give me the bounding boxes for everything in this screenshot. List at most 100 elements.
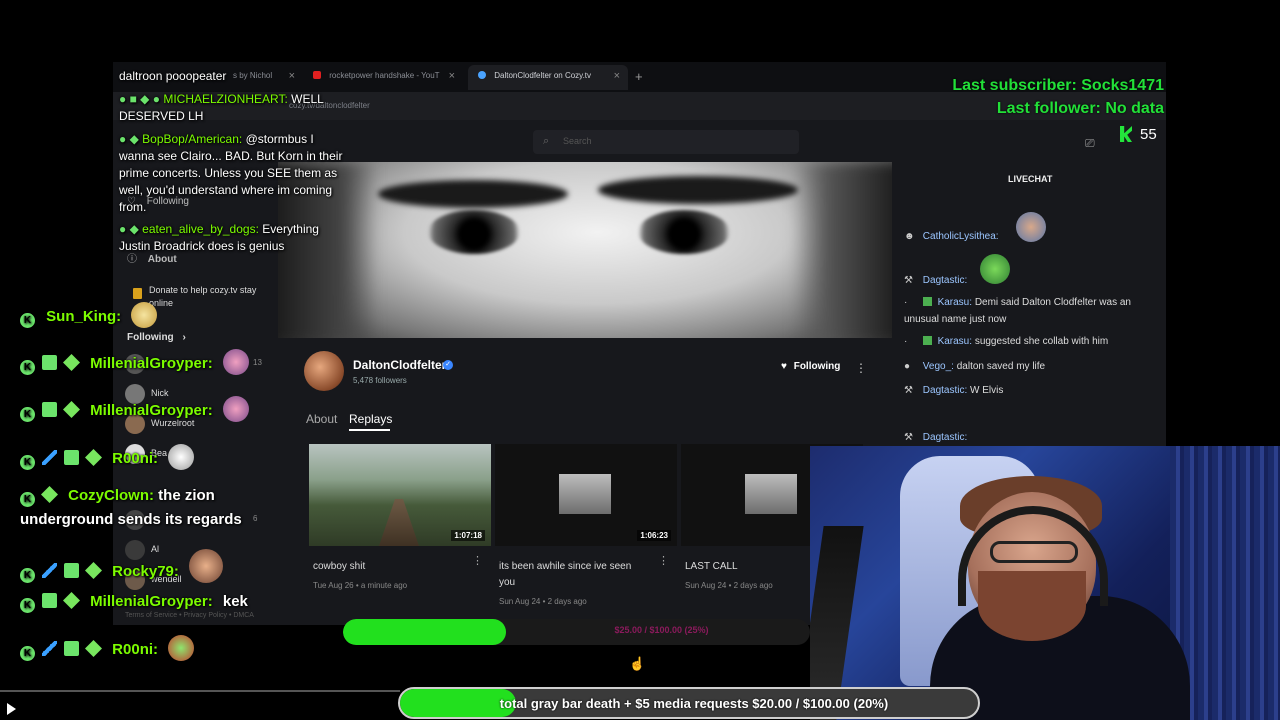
channel-avatar[interactable]	[304, 351, 344, 391]
kick-badge-icon: K	[20, 492, 35, 507]
chat-emote	[189, 549, 224, 583]
replay-title[interactable]: cowboy shit	[309, 559, 459, 575]
chevron-right-icon: ›	[182, 332, 186, 343]
replay-date: Tue Aug 26 • a minute ago	[313, 581, 408, 590]
close-icon[interactable]: ×	[289, 70, 295, 82]
replay-title[interactable]: its been awhile since ive seen you	[495, 559, 645, 591]
close-icon[interactable]: ×	[614, 70, 620, 82]
close-icon[interactable]: ×	[449, 70, 455, 82]
tab-about[interactable]: About	[306, 412, 337, 426]
following-section-label: Following	[127, 332, 174, 343]
sidebar-item-label: About	[147, 254, 177, 265]
diamond-badge-icon	[85, 562, 102, 579]
goal-bar-text: total gray bar death + $5 media requests…	[499, 696, 889, 711]
follow-button[interactable]: ♥ Following	[781, 361, 840, 372]
chat-username: MillenialGroyper:	[90, 355, 213, 372]
search-icon: ⌕	[543, 135, 550, 147]
replay-thumbnail[interactable]: 1:07:18	[309, 444, 491, 546]
thumbnail-scene	[745, 474, 797, 514]
chat-message: K R00ni:	[20, 444, 195, 470]
hand-cursor-icon: ☝	[629, 656, 646, 671]
skull-icon: ☻	[904, 231, 915, 242]
cast-icon[interactable]: ⎚	[1085, 136, 1095, 151]
chat-message: K R00ni:	[20, 635, 195, 661]
chat-username[interactable]: Dagtastic:	[923, 385, 967, 396]
search-placeholder: Search	[563, 136, 592, 146]
chat-username: eaten_alive_by_dogs:	[142, 222, 259, 236]
replay-card[interactable]: 1:07:18 cowboy shit Tue Aug 26 • a minut…	[309, 444, 491, 590]
tab-label: rocketpower handshake - YouT	[329, 71, 440, 80]
browser-tab[interactable]: s by Nichol ×	[223, 65, 303, 90]
sub-badge-icon	[922, 336, 932, 345]
viewer-count: 55	[1140, 126, 1157, 143]
diamond-badge-icon	[63, 592, 80, 609]
chat-emote	[131, 302, 158, 328]
overlay-chat-message: ● ■ ◆ ● MICHAELZIONHEART: WELL DESERVED …	[119, 91, 351, 125]
livechat-message: · Karasu: suggested she collab with him	[904, 333, 1154, 350]
cozy-icon	[478, 71, 486, 79]
chat-username[interactable]: Dagtastic:	[923, 275, 967, 286]
kick-badge-icon: K	[20, 360, 35, 375]
chat-username[interactable]: Vego_:	[923, 361, 954, 372]
replay-card[interactable]: 1:06:23 its been awhile since ive seen y…	[495, 444, 677, 606]
chat-emote	[222, 349, 249, 375]
chat-message: K Sun_King:	[20, 302, 158, 328]
chat-username: CozyClown:	[68, 487, 154, 504]
chat-username[interactable]: Dagtastic:	[923, 432, 967, 443]
pen-badge-icon	[42, 641, 57, 656]
more-options-icon[interactable]: ⋮	[658, 554, 669, 567]
new-tab-icon[interactable]: +	[635, 69, 643, 84]
replay-thumbnail[interactable]: 1:06:23	[495, 444, 677, 546]
overlay-chat-message: ● ◆ eaten_alive_by_dogs: Everything Just…	[119, 221, 351, 255]
youtube-icon	[313, 71, 321, 79]
chat-message: K MillenialGroyper:	[20, 396, 249, 422]
chat-username: BopBop/American:	[142, 132, 243, 146]
goal-bar-text: $25.00 / $100.00 (25%)	[614, 625, 709, 635]
pen-badge-icon	[42, 450, 57, 465]
tab-label: s by Nichol	[233, 71, 273, 80]
play-icon[interactable]	[7, 703, 16, 715]
player-seekbar[interactable]	[0, 690, 400, 692]
thumbnail-scene	[559, 474, 611, 514]
chat-text: kek	[222, 593, 248, 610]
avatar: ●	[904, 361, 911, 372]
chat-message: K MillenialGroyper: kek	[20, 592, 248, 613]
overlay-chat-message: ● ◆ BopBop/American: @stormbus I wanna s…	[119, 131, 351, 216]
calendar-badge-icon	[42, 402, 57, 417]
last-subscriber: Last subscriber: Socks1471	[952, 77, 1164, 94]
chat-text: dalton saved my life	[956, 361, 1046, 372]
chat-username: MillenialGroyper:	[90, 402, 213, 419]
livechat-message: · Karasu: Demi said Dalton Clodfelter wa…	[904, 294, 1154, 328]
banner-eye	[428, 210, 520, 254]
calendar-badge-icon	[42, 593, 57, 608]
banner-shadow	[792, 162, 892, 338]
more-options-icon[interactable]: ⋮	[855, 361, 867, 375]
banner-eye	[638, 210, 730, 254]
chat-username[interactable]: Karasu:	[938, 336, 972, 347]
diamond-badge-icon	[85, 640, 102, 657]
browser-tab[interactable]: rocketpower handshake - YouT ×	[303, 65, 463, 90]
tab-replays[interactable]: Replays	[349, 412, 392, 426]
search-input[interactable]: ⌕ Search	[533, 130, 799, 154]
browser-tab-active[interactable]: DaltonClodfelter on Cozy.tv ×	[468, 65, 628, 90]
channel-name[interactable]: DaltonClodfelter	[353, 358, 446, 372]
stream-stats: Last subscriber: Socks1471 Last follower…	[952, 74, 1164, 120]
kick-badge-icon: K	[20, 407, 35, 422]
info-icon: ⓘ	[127, 254, 137, 265]
chat-username[interactable]: Karasu:	[938, 297, 972, 308]
chat-emote	[1016, 212, 1046, 242]
following-section-header[interactable]: Following ›	[127, 332, 186, 343]
last-follower: Last follower: No data	[996, 100, 1164, 117]
replay-duration: 1:06:23	[637, 530, 671, 541]
livechat-message: ● Vego_: dalton saved my life	[904, 358, 1154, 375]
kick-badge-icon: K	[20, 598, 35, 613]
sub-badge-icon	[922, 297, 932, 306]
active-tab-indicator	[349, 429, 390, 431]
replay-title[interactable]: LAST CALL	[681, 559, 831, 575]
footer-links[interactable]: Terms of Service • Privacy Policy • DMCA	[125, 612, 254, 619]
calendar-badge-icon	[64, 641, 79, 656]
more-options-icon[interactable]: ⋮	[472, 554, 483, 567]
livechat-message: ⚒ Dagtastic:	[904, 272, 1154, 289]
chat-message: K Rocky79:	[20, 549, 224, 583]
chat-username[interactable]: CatholicLysithea:	[923, 231, 999, 242]
